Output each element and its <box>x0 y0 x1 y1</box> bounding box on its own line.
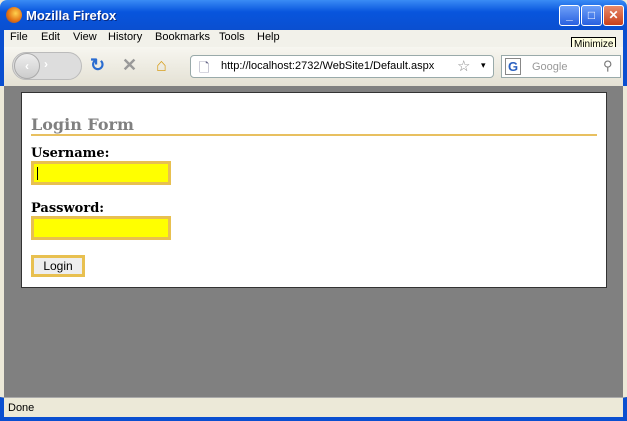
address-bar[interactable]: 🗋 http://localhost:2732/WebSite1/Default… <box>190 55 494 78</box>
menu-tools[interactable]: Tools <box>219 31 245 43</box>
search-box[interactable]: G Google ⚲ <box>501 55 621 78</box>
close-button[interactable]: ✕ <box>603 5 624 26</box>
menu-file[interactable]: File <box>10 31 28 43</box>
minimize-button[interactable]: _ <box>559 5 580 26</box>
firefox-icon <box>6 7 22 23</box>
google-icon[interactable]: G <box>505 58 522 75</box>
navigation-toolbar: ‹ › ↻ ✕ ⌂ 🗋 http://localhost:2732/WebSit… <box>0 47 627 86</box>
window-title: Mozilla Firefox <box>26 8 117 23</box>
menu-bookmarks[interactable]: Bookmarks <box>155 31 210 43</box>
password-label: Password: <box>31 201 105 216</box>
username-input[interactable] <box>31 161 171 185</box>
login-panel: Login Form Username: Password: Login <box>21 92 607 288</box>
star-icon[interactable]: ☆ <box>457 57 470 75</box>
text-caret <box>37 167 38 180</box>
menu-help[interactable]: Help <box>257 31 280 43</box>
page-icon: 🗋 <box>199 60 210 75</box>
search-icon[interactable]: ⚲ <box>603 58 613 74</box>
menu-edit[interactable]: Edit <box>41 31 60 43</box>
title-bar: Mozilla Firefox _ □ ✕ <box>0 0 627 30</box>
status-bar: Done <box>0 397 627 421</box>
chevron-down-icon[interactable]: ▾ <box>481 60 486 71</box>
menu-view[interactable]: View <box>73 31 97 43</box>
menu-bar: File Edit View History Bookmarks Tools H… <box>0 30 627 47</box>
menu-history[interactable]: History <box>108 31 142 43</box>
forward-button[interactable]: › <box>44 57 48 71</box>
back-button[interactable]: ‹ <box>14 53 40 79</box>
status-text: Done <box>8 402 35 414</box>
maximize-button[interactable]: □ <box>581 5 602 26</box>
page-content: Login Form Username: Password: Login <box>4 86 623 397</box>
password-input[interactable] <box>31 216 171 240</box>
reload-icon[interactable]: ↻ <box>90 55 105 76</box>
login-button[interactable]: Login <box>31 255 85 277</box>
url-text[interactable]: http://localhost:2732/WebSite1/Default.a… <box>221 60 434 72</box>
stop-icon[interactable]: ✕ <box>122 55 137 76</box>
home-icon[interactable]: ⌂ <box>156 55 167 76</box>
form-title: Login Form <box>31 115 597 136</box>
username-label: Username: <box>31 146 110 161</box>
search-placeholder[interactable]: Google <box>532 61 567 73</box>
